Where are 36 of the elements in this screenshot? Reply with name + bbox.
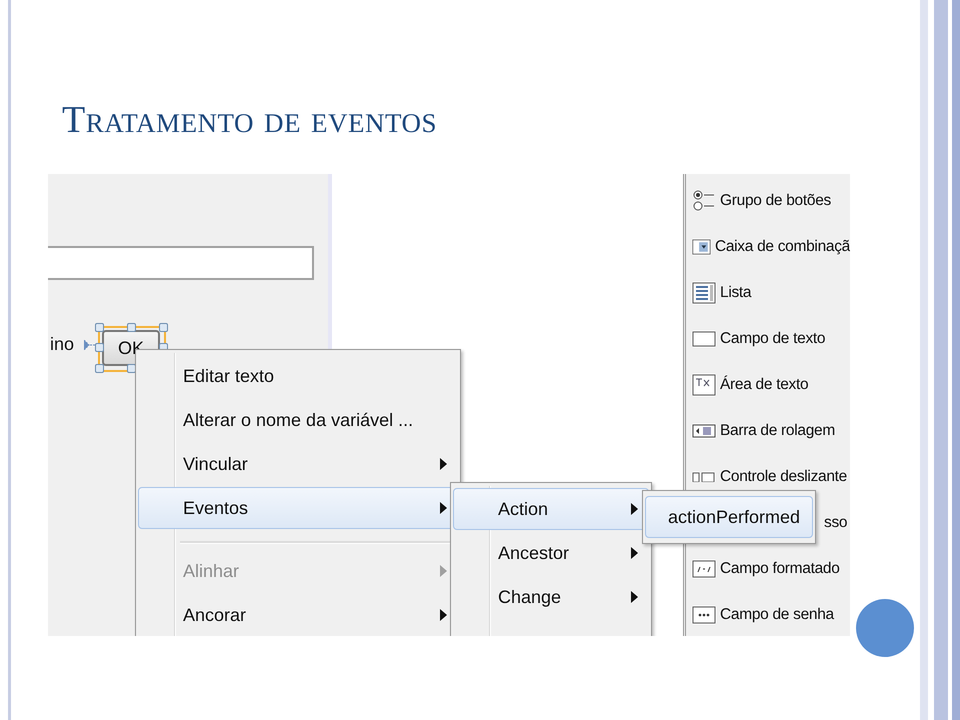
resize-handle[interactable]: [95, 323, 104, 332]
menu-item[interactable]: Vincular: [138, 443, 458, 485]
palette-item[interactable]: Caixa de combinaçã: [714, 238, 850, 256]
list-icon: [692, 282, 716, 304]
palette-item[interactable]: sso: [824, 514, 848, 532]
menu-item[interactable]: actionPerformed: [645, 496, 813, 538]
palette-item[interactable]: Barra de rolagem: [720, 422, 835, 440]
resize-handle[interactable]: [159, 323, 168, 332]
palette-item[interactable]: Área de texto: [720, 376, 808, 394]
palette-item[interactable]: Campo de texto: [720, 330, 826, 348]
resize-handle[interactable]: [127, 323, 136, 332]
submenu-arrow-icon: [440, 565, 447, 577]
palette-item[interactable]: Controle deslizante: [720, 468, 847, 486]
palette-item[interactable]: Grupo de botões: [720, 192, 831, 210]
menu-item[interactable]: Action: [453, 488, 649, 530]
submenu-arrow-icon: [440, 609, 447, 621]
palette-item[interactable]: Lista: [720, 284, 752, 302]
submenu-arrow-icon: [631, 591, 638, 603]
submenu-arrow-icon: [631, 547, 638, 559]
resize-handle[interactable]: [95, 364, 104, 373]
submenu-arrow-icon: [440, 502, 447, 514]
menu-item[interactable]: Change: [453, 576, 649, 618]
slide-title: Tratamento de eventos: [62, 98, 438, 142]
password-field-icon: [692, 604, 716, 626]
radio-group-icon: [692, 190, 716, 212]
component-label: ino: [50, 334, 74, 355]
formatted-field-icon: [692, 558, 716, 580]
submenu-arrow-icon: [631, 503, 638, 515]
anchor-icon: [84, 340, 98, 350]
text-area-icon: [692, 374, 716, 396]
slider-icon: [692, 472, 716, 482]
palette-item[interactable]: Campo de senha: [720, 606, 834, 624]
resize-handle[interactable]: [95, 343, 104, 352]
menu-item[interactable]: Alterar o nome da variável ...: [138, 399, 458, 441]
submenu-arrow-icon: [440, 458, 447, 470]
palette-item[interactable]: Campo formatado: [720, 560, 840, 578]
